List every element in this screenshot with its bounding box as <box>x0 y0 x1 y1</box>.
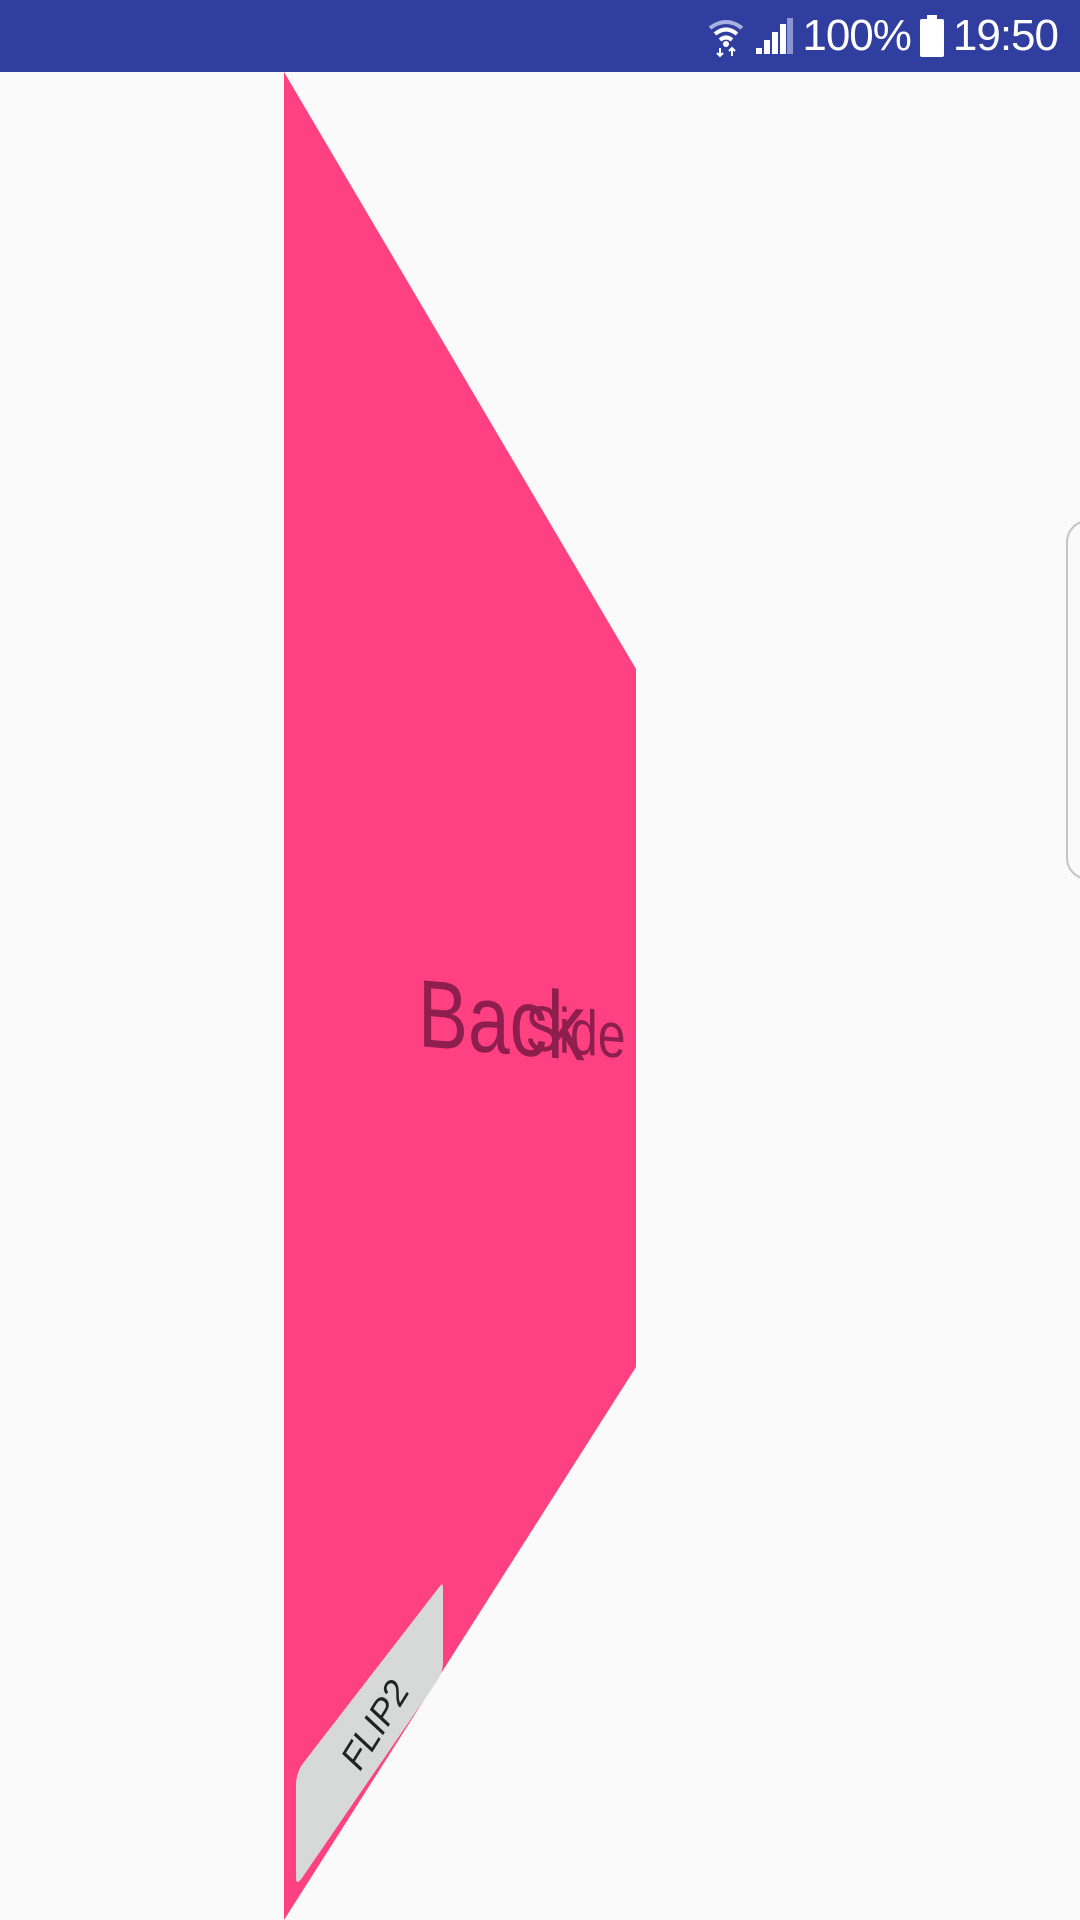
flip-card-canvas: Back Side FLIP2 <box>284 72 636 1920</box>
wifi-icon <box>706 14 746 58</box>
status-bar: 100% 19:50 <box>0 0 1080 72</box>
clock: 19:50 <box>952 11 1059 60</box>
battery-icon <box>919 15 945 57</box>
card-label-side: Side <box>526 993 626 1073</box>
status-icons: 100% 19:50 <box>706 0 1059 72</box>
main-content: Back Side FLIP2 <box>0 72 1080 1920</box>
battery-percent: 100% <box>802 11 912 60</box>
signal-icon <box>754 16 794 56</box>
edge-panel-handle[interactable] <box>1066 520 1080 880</box>
